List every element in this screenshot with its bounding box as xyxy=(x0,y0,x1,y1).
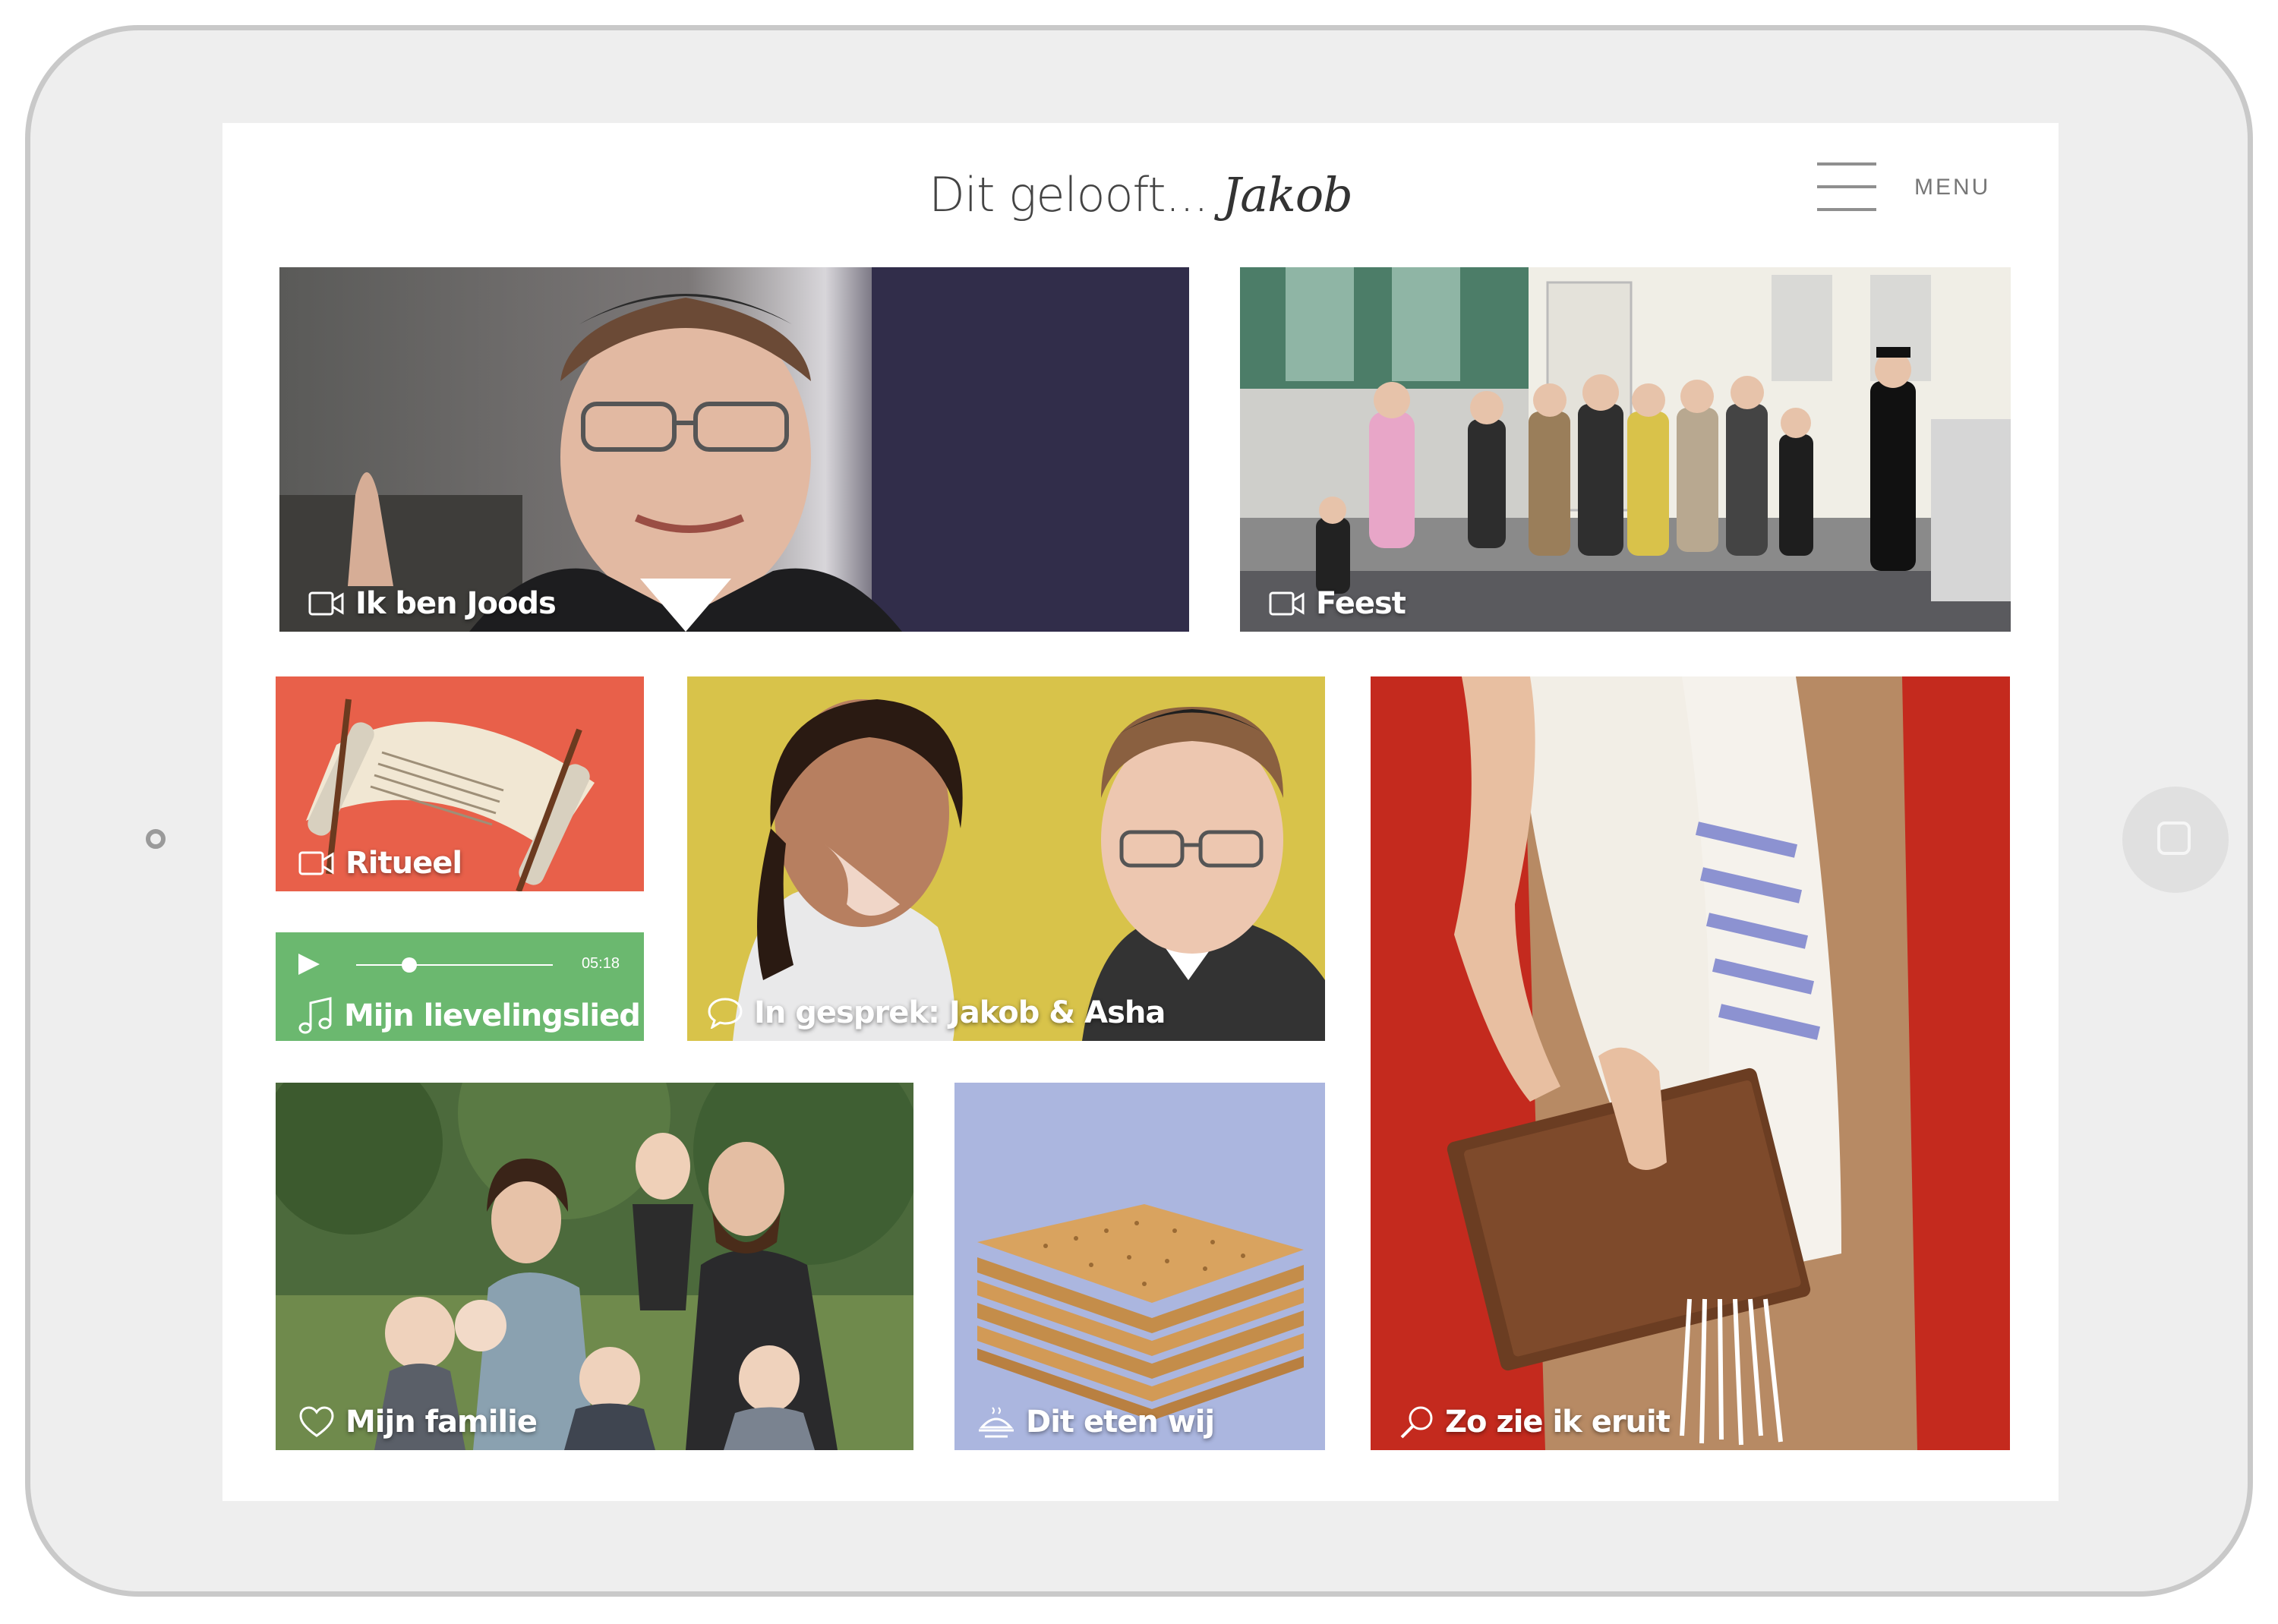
costume-party-image xyxy=(1240,267,2011,632)
tile-caption: In gesprek: Jakob & Asha xyxy=(707,995,1166,1030)
heart-icon xyxy=(299,1406,334,1437)
audio-duration: 05:18 xyxy=(581,955,620,972)
home-button-icon xyxy=(2157,821,2191,855)
boy-portrait-image xyxy=(279,267,1189,632)
home-button[interactable] xyxy=(2122,787,2229,893)
audio-progress-track[interactable] xyxy=(356,964,553,966)
tile-in-gesprek[interactable]: In gesprek: Jakob & Asha xyxy=(687,676,1325,1041)
app-screen: Dit gelooft... Jakob MENU Ik ben Joods F… xyxy=(222,123,2059,1501)
tile-caption: Ik ben Joods xyxy=(308,586,557,621)
audio-progress-handle[interactable] xyxy=(401,957,417,973)
tile-label: Mijn lievelingslied xyxy=(344,998,641,1033)
hamburger-menu-icon[interactable] xyxy=(1817,162,1876,211)
tile-caption: Mijn familie xyxy=(298,1405,538,1440)
page-title-prefix: Dit gelooft... xyxy=(929,167,1209,222)
video-camera-icon xyxy=(308,591,344,616)
front-camera xyxy=(146,829,166,849)
tile-caption: Ritueel xyxy=(298,846,462,881)
tile-label: Dit eten wij xyxy=(1026,1405,1215,1440)
tile-ik-ben-joods[interactable]: Ik ben Joods xyxy=(279,267,1189,632)
conversation-portrait-image xyxy=(687,676,1325,1041)
play-icon[interactable] xyxy=(297,952,321,976)
tile-label: Mijn familie xyxy=(345,1405,538,1440)
tallit-book-image xyxy=(1371,676,2010,1450)
page-title: Dit gelooft... Jakob xyxy=(222,167,2059,222)
music-note-icon xyxy=(298,997,332,1034)
tile-label: Zo zie ik eruit xyxy=(1445,1405,1671,1440)
tile-caption: Mijn lievelingslied xyxy=(298,997,641,1035)
magnifier-icon xyxy=(1400,1406,1433,1439)
tile-ritueel[interactable]: Ritueel xyxy=(276,676,644,891)
menu-button[interactable]: MENU xyxy=(1914,175,1990,200)
tile-mijn-lievelingslied[interactable]: 05:18 Mijn lievelingslied xyxy=(276,932,644,1041)
tile-label: In gesprek: Jakob & Asha xyxy=(754,995,1166,1030)
video-camera-icon xyxy=(298,851,334,875)
tile-feest[interactable]: Feest xyxy=(1240,267,2011,632)
food-dish-icon xyxy=(979,1407,1014,1438)
tile-zo-zie-ik-eruit[interactable]: Zo zie ik eruit xyxy=(1371,676,2010,1450)
video-camera-icon xyxy=(1269,591,1305,616)
matzah-stack-image xyxy=(954,1083,1325,1450)
tile-caption: Dit eten wij xyxy=(977,1405,1215,1440)
family-photo-image xyxy=(276,1083,913,1450)
speech-bubble-icon xyxy=(708,998,743,1029)
tile-caption: Feest xyxy=(1269,586,1406,621)
tile-mijn-familie[interactable]: Mijn familie xyxy=(276,1083,913,1450)
page-title-name: Jakob xyxy=(1222,167,1352,222)
audio-player: 05:18 xyxy=(297,949,620,979)
tile-dit-eten-wij[interactable]: Dit eten wij xyxy=(954,1083,1325,1450)
tile-label: Feest xyxy=(1316,586,1406,621)
tile-label: Ritueel xyxy=(345,846,462,881)
tile-label: Ik ben Joods xyxy=(355,586,557,621)
tile-caption: Zo zie ik eruit xyxy=(1399,1405,1671,1440)
